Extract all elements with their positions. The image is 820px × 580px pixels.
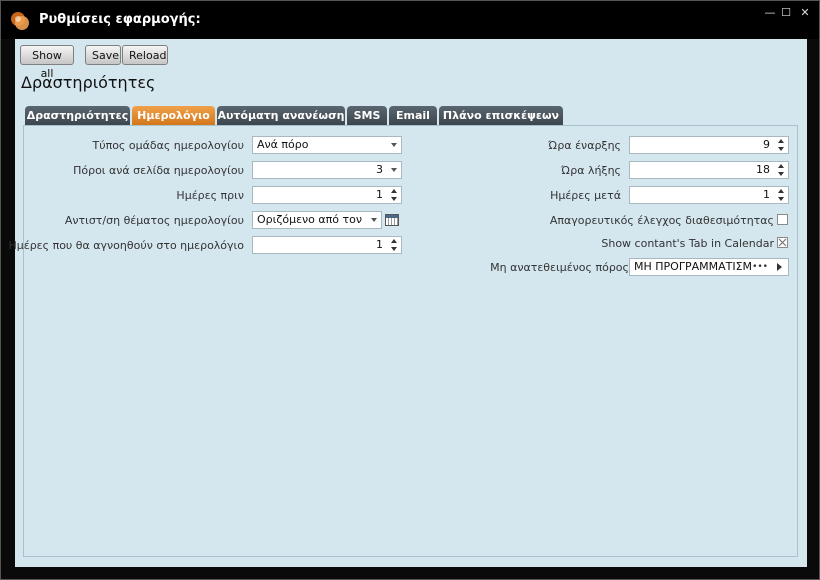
end-hour-label: Ώρα λήξης [561,164,621,177]
start-hour-label: Ώρα έναρξης [548,139,621,152]
settings-content: Show all Save Reload Δραστηριότητες Δρασ… [8,39,807,567]
subject-mapping-label: Αντιστ/ση θέματος ημερολογίου [64,214,244,227]
group-type-value: Ανά πόρο [257,138,309,151]
close-button[interactable]: ✕ [798,6,812,20]
show-contact-tab-label: Show contant's Tab in Calendar [601,237,774,250]
settings-window: Ρυθμίσεις εφαρμογής: — ☐ ✕ Show all Save… [0,0,820,580]
show-contact-tab-checkbox[interactable] [777,237,788,248]
app-logo-icon [11,12,29,30]
resources-per-page-value: 3 [376,163,383,176]
tab-calendar[interactable]: Ημερολόγιο [132,106,215,126]
end-hour-spinner[interactable]: 18 [629,161,789,179]
start-hour-value: 9 [763,138,770,151]
resources-per-page-label: Πόροι ανά σελίδα ημερολογίου [73,164,244,177]
unassigned-resource-picker[interactable]: ΜΗ ΠΡΟΓΡΑΜΜΑΤΙΣΜΕΝ ••• [629,258,789,276]
unassigned-resource-label: Μη ανατεθειμένος πόρος [490,261,629,274]
unassigned-resource-value: ΜΗ ΠΡΟΓΡΑΜΜΑΤΙΣΜΕΝ [634,260,752,273]
arrow-right-icon[interactable] [777,263,782,271]
save-button[interactable]: Save [85,45,121,65]
window-title: Ρυθμίσεις εφαρμογής: [39,12,201,27]
tab-sms[interactable]: SMS [347,106,387,126]
days-before-spinner[interactable]: 1 [252,186,402,204]
subject-mapping-value: Οριζόμενο από τον ... [257,213,363,226]
days-after-value: 1 [763,188,770,201]
spinner-arrows-icon[interactable] [777,188,785,202]
days-ignored-label: Ημέρες που θα αγνοηθούν στο ημερολόγιο [8,239,244,252]
availability-check-label: Απαγορευτικός έλεγχος διαθεσιμότητας [549,214,774,227]
chevron-down-icon[interactable] [391,143,397,147]
group-type-select[interactable]: Ανά πόρο [252,136,402,154]
start-hour-spinner[interactable]: 9 [629,136,789,154]
calendar-icon[interactable] [385,214,399,226]
tab-auto-refresh[interactable]: Αυτόματη ανανέωση [217,106,345,126]
days-ignored-spinner[interactable]: 1 [252,236,402,254]
days-before-label: Ημέρες πριν [176,189,244,202]
spinner-arrows-icon[interactable] [777,163,785,177]
chevron-down-icon[interactable] [391,168,397,172]
ellipsis-icon[interactable]: ••• [752,259,768,275]
days-after-spinner[interactable]: 1 [629,186,789,204]
group-type-label: Τύπος ομάδας ημερολογίου [92,139,245,152]
resources-per-page-select[interactable]: 3 [252,161,402,179]
minimize-button[interactable]: — [763,6,777,20]
subject-mapping-select[interactable]: Οριζόμενο από τον ... [252,211,382,229]
spinner-arrows-icon[interactable] [390,188,398,202]
end-hour-value: 18 [756,163,770,176]
tab-email[interactable]: Email [389,106,437,126]
days-before-value: 1 [376,188,383,201]
show-all-button[interactable]: Show all [20,45,74,80]
chevron-down-icon[interactable] [371,218,377,222]
calendar-settings-panel: Τύπος ομάδας ημερολογίου Ανά πόρο Πόροι … [8,125,798,557]
tab-visit-plan[interactable]: Πλάνο επισκέψεων [439,106,563,126]
availability-check-checkbox[interactable] [777,214,788,225]
tab-activities[interactable]: Δραστηριότητες [25,106,130,126]
section-title: Δραστηριότητες [21,73,156,92]
title-bar[interactable]: Ρυθμίσεις εφαρμογής: — ☐ ✕ [1,1,819,39]
days-after-label: Ημέρες μετά [550,189,621,202]
spinner-arrows-icon[interactable] [390,238,398,252]
check-x-icon [778,238,787,247]
maximize-button[interactable]: ☐ [779,6,793,20]
spinner-arrows-icon[interactable] [777,138,785,152]
days-ignored-value: 1 [376,238,383,251]
reload-button[interactable]: Reload [122,45,168,65]
